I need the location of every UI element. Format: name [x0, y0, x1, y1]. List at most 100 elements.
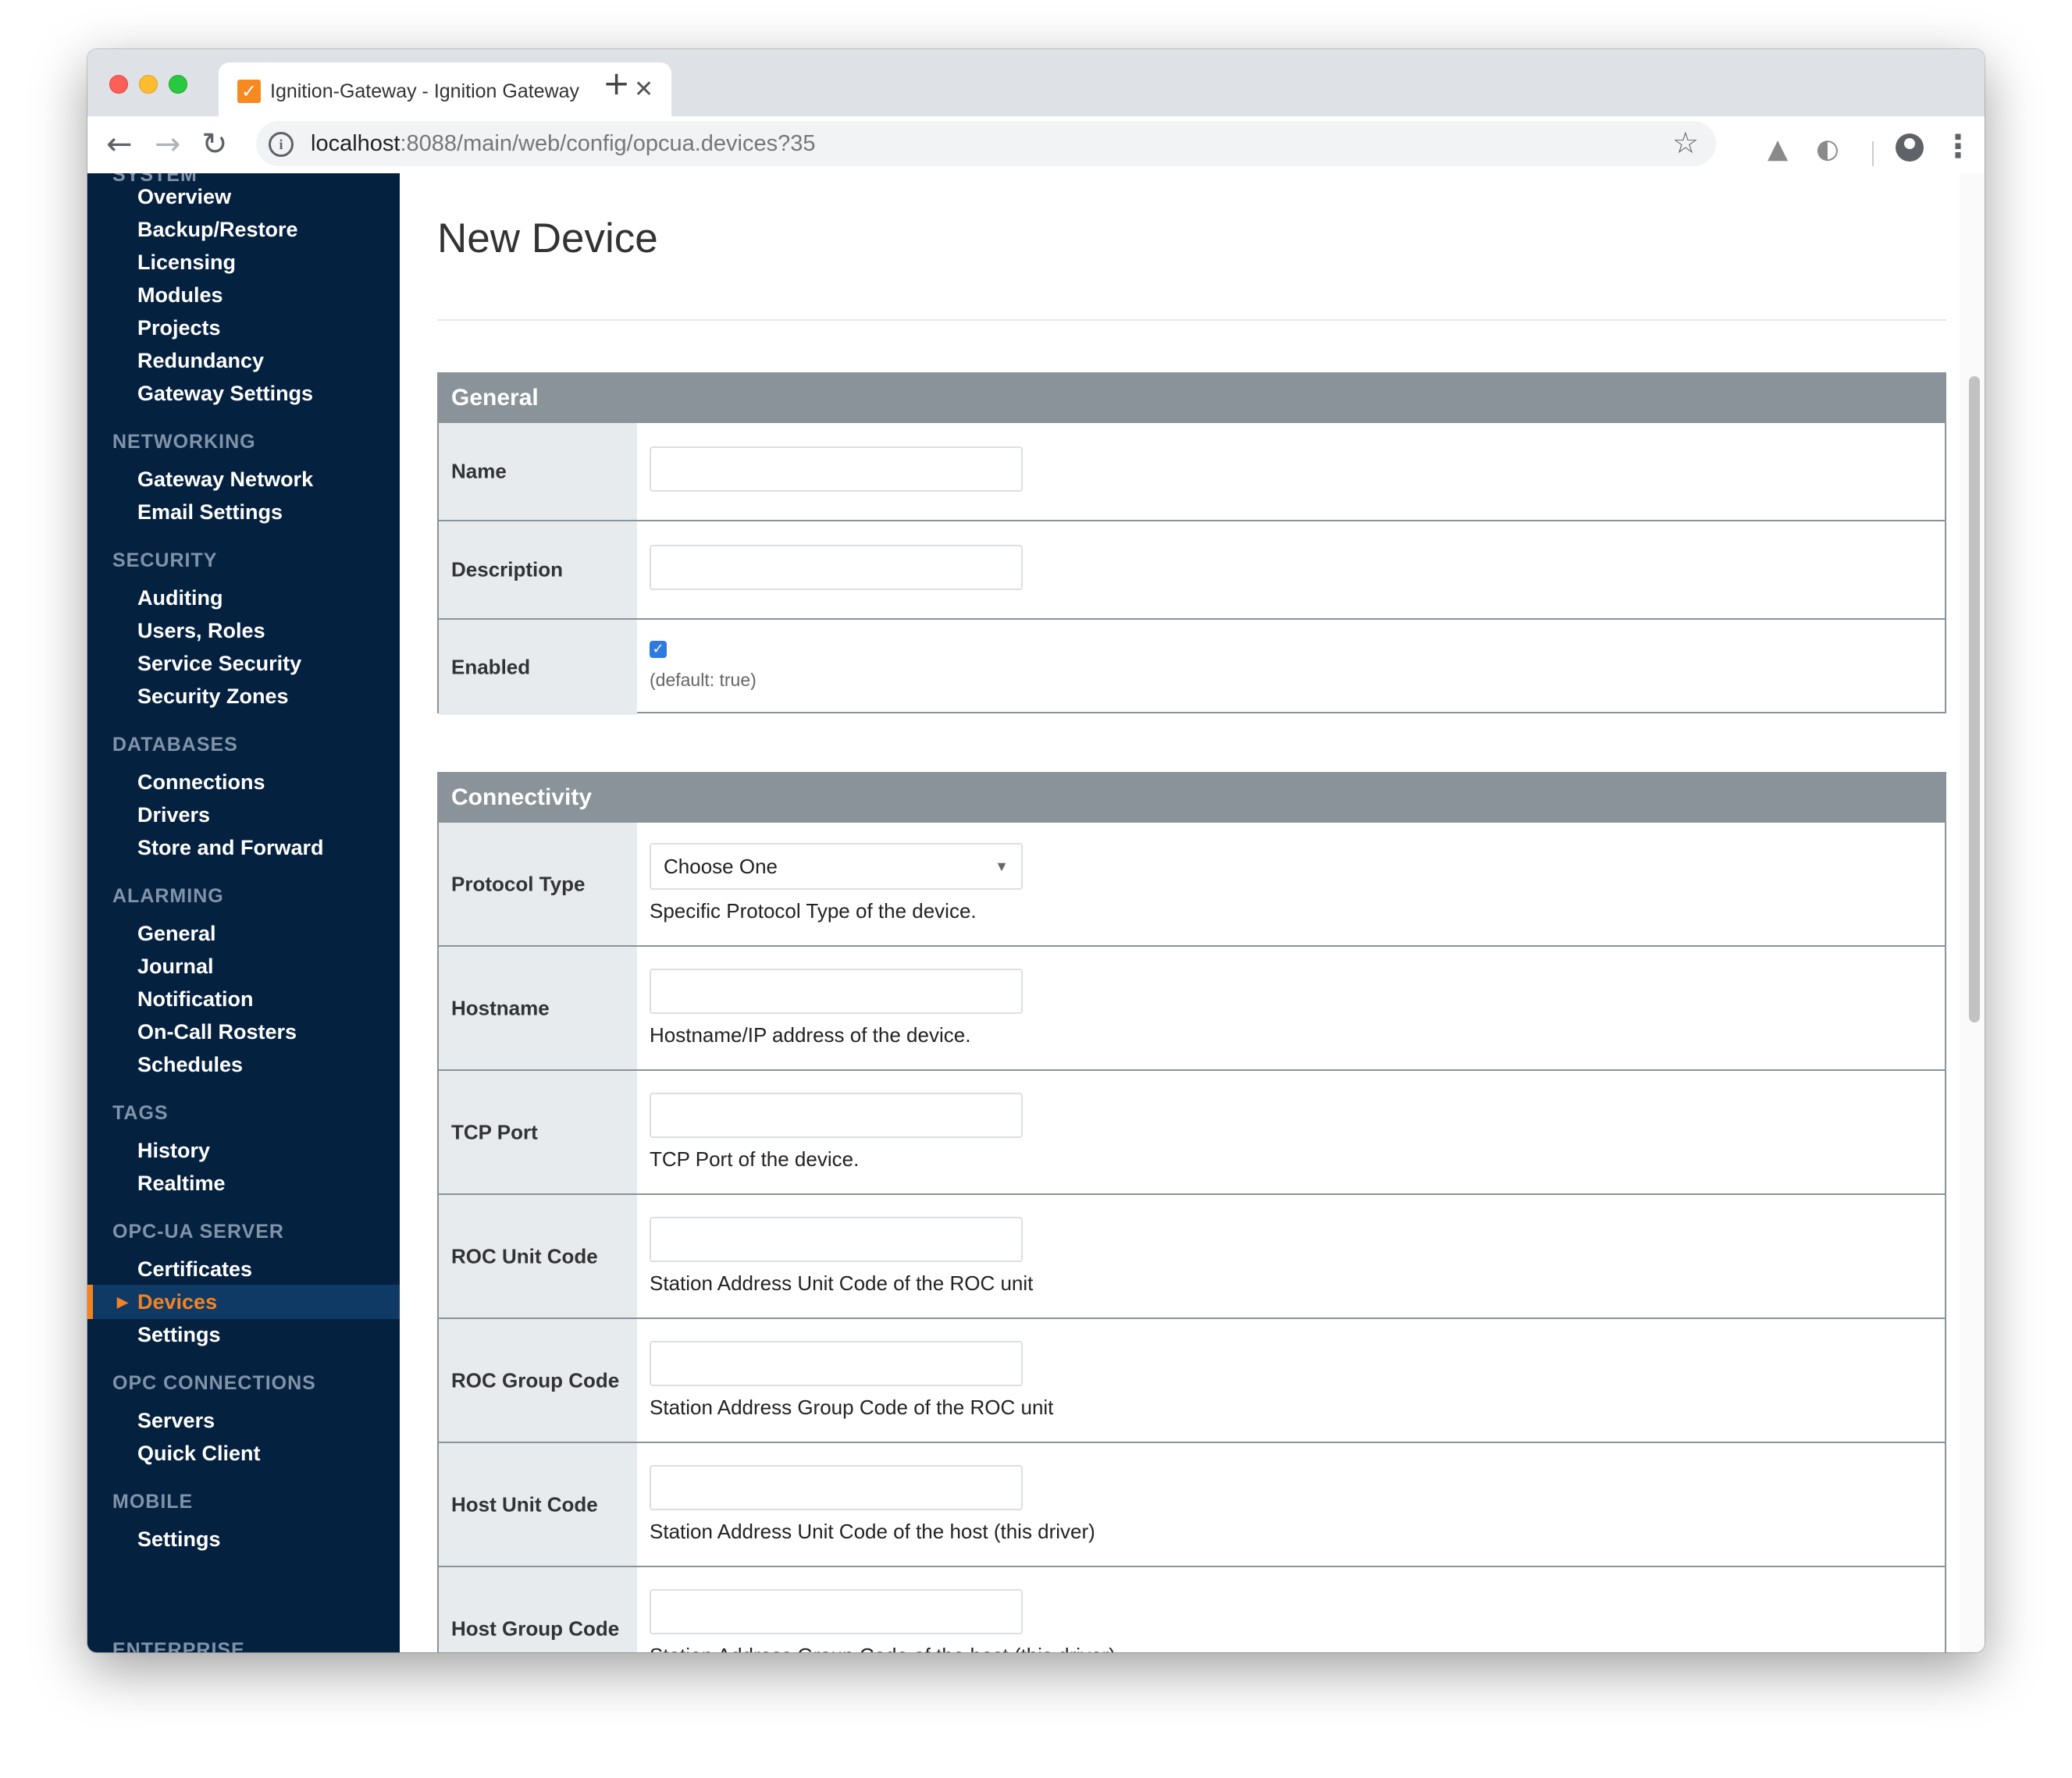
description-row: Description	[439, 520, 1945, 618]
roc-unit-code-input[interactable]	[650, 1217, 1023, 1262]
sidebar-item-devices[interactable]: ▶ Devices	[87, 1285, 400, 1319]
name-row: Name	[439, 421, 1945, 520]
sidebar-heading-opc-ua-server: OPC-UA SERVER	[112, 1221, 284, 1243]
host-unit-code-label: Host Unit Code	[439, 1443, 637, 1566]
enabled-row: Enabled ✓ (default: true)	[439, 618, 1945, 715]
tab-title: Ignition-Gateway - Ignition Gateway	[270, 80, 580, 102]
url-text[interactable]: localhost:8088/main/web/config/opcua.dev…	[311, 129, 816, 158]
sidebar-heading-networking: NETWORKING	[112, 431, 256, 453]
drive-extension-icon[interactable]: ▲	[1768, 133, 1788, 165]
close-window-button[interactable]	[109, 75, 128, 94]
tab-bar: ✓ Ignition-Gateway - Ignition Gateway ✕ …	[87, 49, 1985, 116]
roc-unit-code-help: Station Address Unit Code of the ROC uni…	[650, 1271, 1034, 1295]
sidebar-item-modules[interactable]: Modules	[87, 278, 400, 312]
sidebar-item-alarming-general[interactable]: General	[87, 916, 400, 951]
host-unit-code-input[interactable]	[650, 1465, 1023, 1510]
minimize-window-button[interactable]	[139, 75, 158, 94]
general-section: General Name Description Enabled ✓ (defa…	[437, 372, 1946, 715]
extension-circle-icon[interactable]: ◐	[1816, 133, 1839, 165]
sidebar-item-realtime[interactable]: Realtime	[87, 1166, 400, 1200]
sidebar-item-overview[interactable]: Overview	[87, 180, 400, 214]
new-tab-button[interactable]: +	[603, 67, 630, 100]
roc-group-code-input[interactable]	[650, 1341, 1023, 1386]
sidebar-item-email-settings[interactable]: Email Settings	[87, 495, 400, 529]
ignition-favicon-icon: ✓	[237, 80, 261, 103]
sidebar-item-drivers[interactable]: Drivers	[87, 798, 400, 832]
host-unit-code-help: Station Address Unit Code of the host (t…	[650, 1520, 1095, 1543]
roc-group-code-row: ROC Group Code Station Address Group Cod…	[439, 1317, 1945, 1442]
sidebar-heading-databases: DATABASES	[112, 734, 238, 756]
close-tab-icon[interactable]: ✕	[634, 76, 653, 103]
sidebar-item-licensing[interactable]: Licensing	[87, 245, 400, 279]
tcp-port-row: TCP Port TCP Port of the device.	[439, 1069, 1945, 1193]
description-input[interactable]	[650, 545, 1023, 590]
enabled-checkbox[interactable]: ✓	[650, 641, 667, 658]
sidebar-item-quick-client[interactable]: Quick Client	[87, 1436, 400, 1470]
sidebar-item-history[interactable]: History	[87, 1133, 400, 1168]
tcp-port-input[interactable]	[650, 1093, 1023, 1138]
roc-unit-code-label: ROC Unit Code	[439, 1195, 637, 1317]
sidebar-item-servers[interactable]: Servers	[87, 1403, 400, 1438]
sidebar-item-gateway-network[interactable]: Gateway Network	[87, 462, 400, 496]
config-sidebar: SYSTEM Overview Backup/Restore Licensing…	[87, 173, 400, 1652]
sidebar-heading-enterprise: ENTERPRISE	[112, 1639, 245, 1652]
site-info-icon[interactable]: i	[269, 132, 294, 157]
hostname-label: Hostname	[439, 947, 637, 1069]
sidebar-item-mobile-settings[interactable]: Settings	[87, 1522, 400, 1556]
connectivity-section: Connectivity Protocol Type Choose One ▼ …	[437, 772, 1946, 1652]
sidebar-item-redundancy[interactable]: Redundancy	[87, 343, 400, 378]
forward-arrow-icon[interactable]: →	[155, 123, 181, 166]
sidebar-item-connections[interactable]: Connections	[87, 765, 400, 799]
sidebar-item-gateway-settings[interactable]: Gateway Settings	[87, 376, 400, 411]
connectivity-section-header: Connectivity	[439, 773, 1945, 821]
protocol-type-value: Choose One	[664, 855, 778, 878]
scrollbar-thumb[interactable]	[1969, 376, 1980, 1022]
sidebar-item-security-zones[interactable]: Security Zones	[87, 679, 400, 713]
bookmark-star-icon[interactable]: ☆	[1672, 126, 1699, 160]
general-section-header: General	[439, 374, 1945, 421]
sidebar-item-on-call-rosters[interactable]: On-Call Rosters	[87, 1015, 400, 1049]
description-label: Description	[439, 521, 637, 618]
dropdown-caret-icon: ▼	[995, 859, 1009, 874]
name-input[interactable]	[650, 446, 1023, 492]
browser-toolbar: ← → ↻ i localhost:8088/main/web/config/o…	[87, 116, 1985, 174]
maximize-window-button[interactable]	[169, 75, 187, 94]
protocol-type-select[interactable]: Choose One ▼	[650, 843, 1023, 890]
hostname-input[interactable]	[650, 969, 1023, 1014]
sidebar-item-backup-restore[interactable]: Backup/Restore	[87, 212, 400, 247]
sidebar-item-journal[interactable]: Journal	[87, 949, 400, 983]
hostname-help: Hostname/IP address of the device.	[650, 1023, 971, 1047]
sidebar-heading-security: SECURITY	[112, 549, 218, 571]
sidebar-item-store-and-forward[interactable]: Store and Forward	[87, 830, 400, 865]
sidebar-item-notification[interactable]: Notification	[87, 982, 400, 1016]
host-group-code-help: Station Address Group Code of the host (…	[650, 1642, 1116, 1652]
protocol-type-row: Protocol Type Choose One ▼ Specific Prot…	[439, 821, 1945, 945]
active-caret-icon: ▶	[117, 1294, 128, 1310]
sidebar-item-opcua-settings[interactable]: Settings	[87, 1317, 400, 1352]
page-scrollbar[interactable]	[1960, 173, 1985, 1652]
url-path: :8088/main/web/config/opcua.devices?35	[400, 131, 816, 156]
sidebar-heading-mobile: MOBILE	[112, 1491, 194, 1513]
sidebar-item-schedules[interactable]: Schedules	[87, 1047, 400, 1082]
reload-icon[interactable]: ↻	[201, 123, 228, 166]
host-group-code-input[interactable]	[650, 1589, 1023, 1634]
sidebar-heading-alarming: ALARMING	[112, 885, 224, 907]
profile-avatar-icon[interactable]	[1896, 133, 1924, 162]
back-arrow-icon[interactable]: ←	[106, 123, 133, 166]
roc-unit-code-row: ROC Unit Code Station Address Unit Code …	[439, 1193, 1945, 1317]
url-host: localhost	[311, 131, 401, 156]
browser-menu-icon[interactable]: ⋮	[1942, 127, 1974, 166]
tcp-port-label: TCP Port	[439, 1071, 637, 1193]
title-divider	[437, 319, 1946, 321]
host-group-code-row: Host Group Code Station Address Group Co…	[439, 1566, 1945, 1652]
page-title: New Device	[437, 215, 658, 261]
address-bar[interactable]: i localhost:8088/main/web/config/opcua.d…	[256, 121, 1716, 166]
sidebar-item-service-security[interactable]: Service Security	[87, 646, 400, 681]
sidebar-item-auditing[interactable]: Auditing	[87, 581, 400, 615]
sidebar-item-projects[interactable]: Projects	[87, 311, 400, 345]
name-label: Name	[439, 423, 637, 520]
sidebar-item-users-roles[interactable]: Users, Roles	[87, 613, 400, 648]
toolbar-divider	[1872, 141, 1874, 166]
sidebar-item-certificates[interactable]: Certificates	[87, 1252, 400, 1286]
host-unit-code-row: Host Unit Code Station Address Unit Code…	[439, 1442, 1945, 1566]
